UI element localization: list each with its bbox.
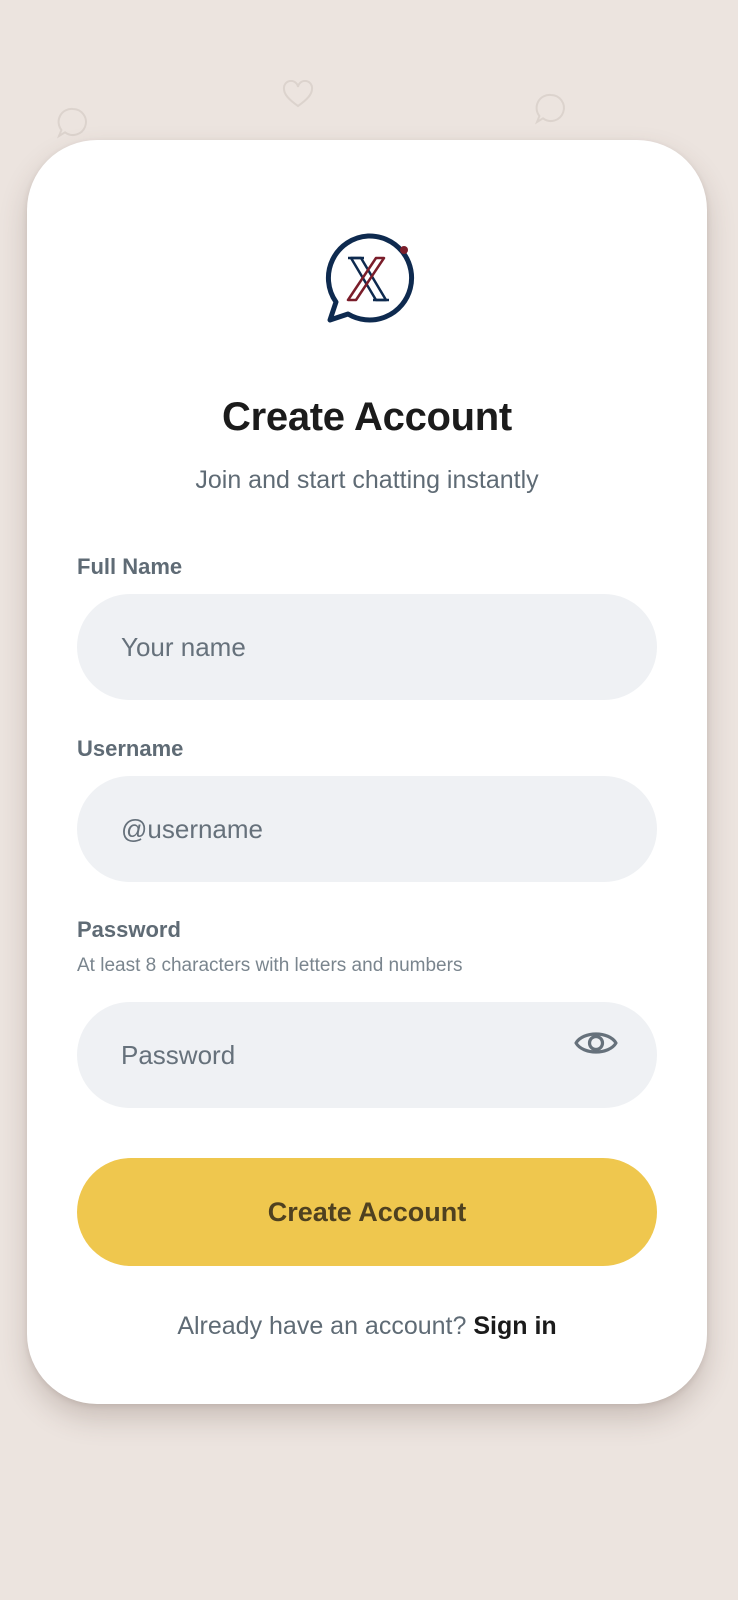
full-name-label: Full Name (77, 554, 183, 579)
chat-bubble-icon (56, 107, 87, 139)
password-label: Password (77, 917, 181, 942)
chat-bubble-x-logo (325, 233, 415, 323)
password-hint: At least 8 characters with letters and n… (77, 955, 463, 976)
eye-icon[interactable] (573, 1026, 619, 1060)
sign-in-prompt: Already have an account? Sign in (27, 1312, 707, 1341)
chat-bubble-icon (534, 93, 565, 125)
username-input[interactable] (77, 776, 657, 882)
full-name-input[interactable] (77, 594, 657, 700)
signup-card: Create Account Join and start chatting i… (27, 140, 707, 1404)
username-label: Username (77, 736, 184, 761)
sign-in-prompt-text: Already have an account? (177, 1312, 467, 1340)
page-title: Create Account (222, 395, 512, 439)
heart-icon (282, 80, 314, 108)
sign-in-link[interactable]: Sign in (473, 1312, 556, 1340)
password-input[interactable] (77, 1002, 657, 1108)
create-account-button[interactable]: Create Account (77, 1158, 657, 1266)
page-subtitle: Join and start chatting instantly (195, 466, 539, 494)
